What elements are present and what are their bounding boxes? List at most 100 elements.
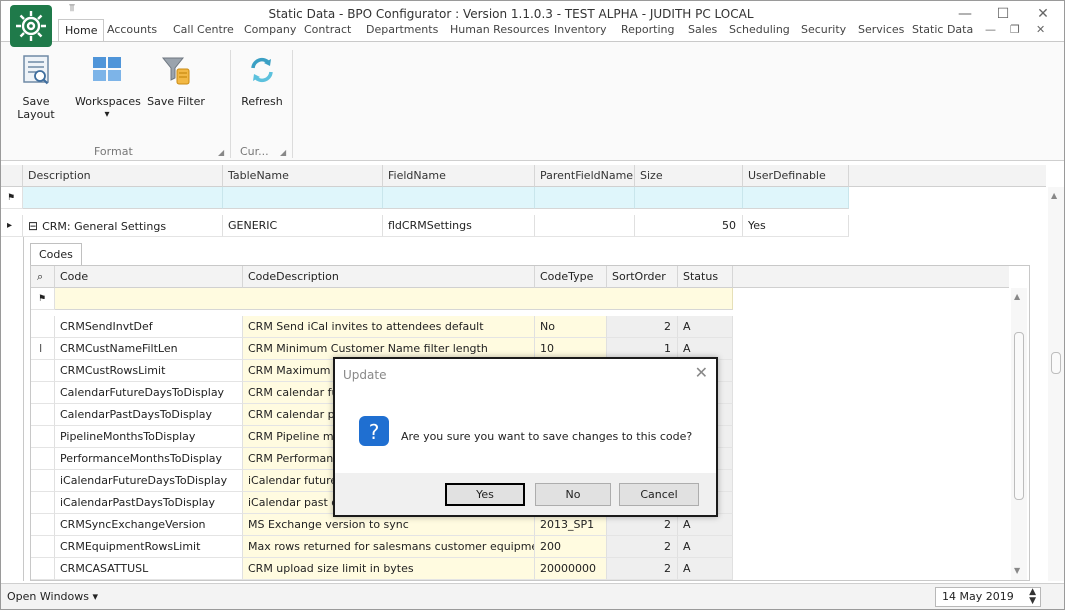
yes-button[interactable]: Yes <box>445 483 525 506</box>
cell-code[interactable]: CRMCustRowsLimit <box>55 360 243 382</box>
scroll-up-arrow-icon[interactable]: ▲ <box>1051 191 1057 200</box>
tab-accounts[interactable]: Accounts <box>107 19 157 41</box>
master-row-fieldname[interactable]: fldCRMSettings <box>383 215 535 237</box>
row-selector[interactable] <box>31 448 55 470</box>
tab-static-data[interactable]: Static Data <box>912 19 973 41</box>
cell-code[interactable]: PerformanceMonthsToDisplay <box>55 448 243 470</box>
cell-code[interactable]: CRMCASATTUSL <box>55 558 243 580</box>
cancel-button[interactable]: Cancel <box>619 483 699 506</box>
column-header-parentfieldname[interactable]: ParentFieldName <box>535 165 635 187</box>
cell-code[interactable]: CalendarFutureDaysToDisplay <box>55 382 243 404</box>
row-selector[interactable] <box>31 316 55 338</box>
workspaces-button[interactable]: Workspaces ▾ <box>75 52 141 120</box>
filter-cell-parentfieldname[interactable] <box>535 187 635 209</box>
tab-company[interactable]: Company <box>244 19 296 41</box>
save-layout-button[interactable]: Save Layout <box>5 52 67 121</box>
column-header-userdefinable[interactable]: UserDefinable <box>743 165 849 187</box>
cell-code[interactable]: CRMSyncExchangeVersion <box>55 514 243 536</box>
mdi-restore-button[interactable]: ❐ <box>1010 19 1020 41</box>
cell-code[interactable]: CRMCustNameFiltLen <box>55 338 243 360</box>
expand-collapse-icon[interactable]: ⊟ <box>28 219 38 233</box>
master-row-parentfieldname[interactable] <box>535 215 635 237</box>
filter-cell-description[interactable] <box>23 187 223 209</box>
cell-codetype[interactable]: No <box>535 316 607 338</box>
cell-codetype[interactable]: 2013_SP1 <box>535 514 607 536</box>
column-header-fieldname[interactable]: FieldName <box>383 165 535 187</box>
tab-human-resources[interactable]: Human Resources <box>450 19 549 41</box>
cell-sortorder[interactable]: 2 <box>607 558 678 580</box>
tab-codes[interactable]: Codes <box>30 243 82 265</box>
mdi-close-button[interactable]: ✕ <box>1036 19 1045 41</box>
filter-cell-tablename[interactable] <box>223 187 383 209</box>
date-picker[interactable]: 14 May 2019 ▲ ▼ <box>935 587 1041 607</box>
row-selector[interactable] <box>31 470 55 492</box>
grid-scroll-thumb[interactable] <box>1051 352 1061 374</box>
cell-status[interactable]: A <box>678 536 733 558</box>
date-spinner[interactable]: ▲ ▼ <box>1029 588 1036 606</box>
row-selector[interactable]: I <box>31 338 55 360</box>
cell-code[interactable]: iCalendarFutureDaysToDisplay <box>55 470 243 492</box>
tab-departments[interactable]: Departments <box>366 19 438 41</box>
row-selector[interactable] <box>31 558 55 580</box>
codes-scroll-down-icon[interactable]: ▼ <box>1014 566 1020 575</box>
save-filter-button[interactable]: Save Filter <box>145 52 207 108</box>
column-header-description[interactable]: Description <box>23 165 223 187</box>
cell-sortorder[interactable]: 2 <box>607 536 678 558</box>
tab-services[interactable]: Services <box>858 19 904 41</box>
row-selector[interactable] <box>31 514 55 536</box>
filter-cell-size[interactable] <box>635 187 743 209</box>
grid-vertical-scrollbar[interactable]: ▲ <box>1048 187 1064 581</box>
cell-codedescription[interactable]: MS Exchange version to sync <box>243 514 535 536</box>
refresh-button[interactable]: Refresh <box>237 52 287 108</box>
master-row-userdefinable[interactable]: Yes <box>743 215 849 237</box>
column-header-codetype[interactable]: CodeType <box>535 266 607 288</box>
spin-down-icon[interactable]: ▼ <box>1029 597 1036 606</box>
tab-inventory[interactable]: Inventory <box>554 19 607 41</box>
column-header-code[interactable]: Code <box>55 266 243 288</box>
tab-reporting[interactable]: Reporting <box>621 19 674 41</box>
cell-code[interactable]: CRMSendInvtDef <box>55 316 243 338</box>
column-header-sortorder[interactable]: SortOrder <box>607 266 678 288</box>
cell-codetype[interactable]: 200 <box>535 536 607 558</box>
cell-code[interactable]: CalendarPastDaysToDisplay <box>55 404 243 426</box>
master-row-size[interactable]: 50 <box>635 215 743 237</box>
search-icon[interactable]: ⌕ <box>31 266 55 288</box>
tab-sales[interactable]: Sales <box>688 19 717 41</box>
row-selector[interactable] <box>31 492 55 514</box>
column-header-size[interactable]: Size <box>635 165 743 187</box>
cell-codedescription[interactable]: Max rows returned for salesmans customer… <box>243 536 535 558</box>
column-header-status[interactable]: Status <box>678 266 733 288</box>
quick-access-toolbar-icon[interactable]: ⫪ <box>69 3 75 14</box>
row-selector[interactable] <box>31 404 55 426</box>
codes-filter-row[interactable] <box>55 288 733 310</box>
cell-code[interactable]: CRMEquipmentRowsLimit <box>55 536 243 558</box>
format-group-launcher-icon[interactable]: ◢ <box>218 148 224 157</box>
cell-code[interactable]: PipelineMonthsToDisplay <box>55 426 243 448</box>
row-selector[interactable] <box>31 536 55 558</box>
codes-scroll-up-icon[interactable]: ▲ <box>1014 292 1020 301</box>
cell-codedescription[interactable]: CRM upload size limit in bytes <box>243 558 535 580</box>
open-windows-menu[interactable]: Open Windows ▾ <box>7 590 98 603</box>
dialog-close-button[interactable]: ✕ <box>695 363 708 382</box>
no-button[interactable]: No <box>535 483 611 506</box>
cell-status[interactable]: A <box>678 558 733 580</box>
cell-status[interactable]: A <box>678 316 733 338</box>
cell-sortorder[interactable]: 2 <box>607 316 678 338</box>
cell-sortorder[interactable]: 2 <box>607 514 678 536</box>
row-selector[interactable] <box>31 382 55 404</box>
tab-call-centre[interactable]: Call Centre <box>173 19 234 41</box>
master-row-tablename[interactable]: GENERIC <box>223 215 383 237</box>
master-row-description[interactable]: ⊟ CRM: General Settings <box>23 215 223 237</box>
filter-cell-fieldname[interactable] <box>383 187 535 209</box>
cell-codedescription[interactable]: CRM Send iCal invites to attendees defau… <box>243 316 535 338</box>
row-selector[interactable] <box>31 426 55 448</box>
row-selector[interactable] <box>31 360 55 382</box>
filter-cell-userdefinable[interactable] <box>743 187 849 209</box>
tab-home[interactable]: Home <box>58 19 105 41</box>
tab-security[interactable]: Security <box>801 19 846 41</box>
codes-scroll-thumb[interactable] <box>1014 332 1024 500</box>
mdi-minimize-button[interactable]: — <box>985 19 996 41</box>
current-group-launcher-icon[interactable]: ◢ <box>280 148 286 157</box>
tab-scheduling[interactable]: Scheduling <box>729 19 790 41</box>
cell-codetype[interactable]: 20000000 <box>535 558 607 580</box>
